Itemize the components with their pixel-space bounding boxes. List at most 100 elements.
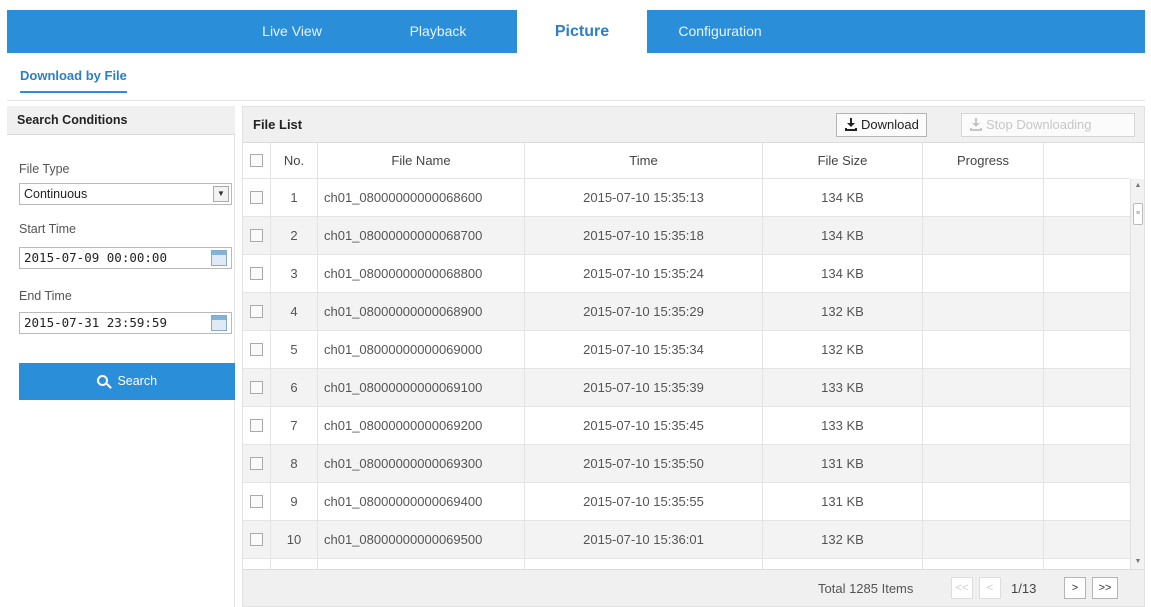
file-list-panel: File List Download Stop Downloading No. … xyxy=(242,106,1145,607)
row-checkbox[interactable] xyxy=(250,229,263,242)
scroll-down-icon[interactable]: ▼ xyxy=(1133,557,1143,567)
table-row[interactable]: 6 ch01_08000000000069100 2015-07-10 15:35:… xyxy=(243,369,1130,407)
row-file-size: 131 KB xyxy=(763,445,923,483)
row-time: 2015-07-10 15:35:55 xyxy=(525,483,763,521)
tab-picture[interactable]: Picture xyxy=(517,10,647,53)
row-checkbox-cell xyxy=(243,255,271,293)
end-time-field[interactable]: 2015-07-31 23:59:59 xyxy=(19,312,232,334)
row-progress xyxy=(923,483,1044,521)
table-row[interactable]: 3 ch01_08000000000068800 2015-07-10 15:35:… xyxy=(243,255,1130,293)
table-row[interactable]: 5 ch01_08000000000069000 2015-07-10 15:35:… xyxy=(243,331,1130,369)
table-row[interactable]: 9 ch01_08000000000069400 2015-07-10 15:35:… xyxy=(243,483,1130,521)
last-page-button[interactable]: >> xyxy=(1092,577,1118,599)
row-file-name: ch01_08000000000069500 xyxy=(318,521,525,559)
table-row[interactable]: 2 ch01_08000000000068700 2015-07-10 15:35:… xyxy=(243,217,1130,255)
row-progress xyxy=(923,217,1044,255)
row-checkbox-cell xyxy=(243,407,271,445)
table-row[interactable]: 10 ch01_08000000000069500 2015-07-10 15:36… xyxy=(243,521,1130,559)
row-extra xyxy=(1044,521,1130,559)
row-checkbox[interactable] xyxy=(250,305,263,318)
row-checkbox[interactable] xyxy=(250,191,263,204)
file-list-header: File List Download Stop Downloading xyxy=(243,107,1144,143)
tab-live-view[interactable]: Live View xyxy=(252,10,332,53)
row-time: 2015-07-10 15:35:50 xyxy=(525,445,763,483)
row-progress xyxy=(923,369,1044,407)
row-file-size: 132 KB xyxy=(763,293,923,331)
row-progress xyxy=(923,179,1044,217)
row-time: 2015-07-10 15:35:18 xyxy=(525,217,763,255)
file-type-select[interactable]: Continuous ▼ xyxy=(19,183,232,205)
download-button[interactable]: Download xyxy=(836,113,927,137)
search-conditions-title: Search Conditions xyxy=(7,106,235,135)
row-file-name: ch01_08000000000068700 xyxy=(318,217,525,255)
row-extra xyxy=(1044,483,1130,521)
file-list-title: File List xyxy=(253,117,303,132)
table-row[interactable]: 1 ch01_08000000000068600 2015-07-10 15:35:… xyxy=(243,179,1130,217)
row-no: 2 xyxy=(271,217,318,255)
row-progress xyxy=(923,293,1044,331)
row-progress xyxy=(923,255,1044,293)
row-checkbox[interactable] xyxy=(250,343,263,356)
row-no: 1 xyxy=(271,179,318,217)
row-checkbox[interactable] xyxy=(250,457,263,470)
row-file-name: ch01_08000000000069400 xyxy=(318,483,525,521)
row-extra xyxy=(1044,369,1130,407)
prev-page-button[interactable]: < xyxy=(979,577,1001,599)
column-header-progress: Progress xyxy=(923,143,1044,179)
row-checkbox[interactable] xyxy=(250,495,263,508)
row-no: 4 xyxy=(271,293,318,331)
row-extra xyxy=(1044,407,1130,445)
file-type-value: Continuous xyxy=(24,187,88,201)
search-button-label: Search xyxy=(117,374,158,388)
row-extra xyxy=(1044,445,1130,483)
divider xyxy=(7,100,1145,101)
select-all-checkbox[interactable] xyxy=(250,154,263,167)
row-no: 6 xyxy=(271,369,318,407)
tab-playback[interactable]: Playback xyxy=(392,10,484,53)
row-file-size: 133 KB xyxy=(763,407,923,445)
column-header-time: Time xyxy=(525,143,763,179)
column-header-file-size: File Size xyxy=(763,143,923,179)
row-checkbox[interactable] xyxy=(250,267,263,280)
stop-downloading-button[interactable]: Stop Downloading xyxy=(961,113,1135,137)
row-time: 2015-07-10 15:35:29 xyxy=(525,293,763,331)
row-extra xyxy=(1044,293,1130,331)
page-indicator: 1/13 xyxy=(1011,581,1037,596)
table-row[interactable]: 4 ch01_08000000000068900 2015-07-10 15:35:… xyxy=(243,293,1130,331)
scroll-up-icon[interactable]: ▲ xyxy=(1133,181,1143,191)
row-extra xyxy=(1044,331,1130,369)
row-time: 2015-07-10 15:35:24 xyxy=(525,255,763,293)
row-no: 7 xyxy=(271,407,318,445)
first-page-button[interactable]: << xyxy=(951,577,973,599)
search-button[interactable]: Search xyxy=(19,363,235,400)
start-time-label: Start Time xyxy=(19,222,76,236)
row-checkbox-cell xyxy=(243,445,271,483)
row-checkbox[interactable] xyxy=(250,381,263,394)
calendar-icon[interactable] xyxy=(211,315,227,331)
next-page-button[interactable]: > xyxy=(1064,577,1086,599)
download-button-label: Download xyxy=(861,117,919,132)
end-time-label: End Time xyxy=(19,289,72,303)
row-no: 9 xyxy=(271,483,318,521)
row-checkbox[interactable] xyxy=(250,533,263,546)
calendar-icon[interactable] xyxy=(211,250,227,266)
page-title[interactable]: Download by File xyxy=(20,68,127,93)
scroll-thumb[interactable]: ≡ xyxy=(1133,203,1143,225)
row-no: 8 xyxy=(271,445,318,483)
row-time: 2015-07-10 15:35:39 xyxy=(525,369,763,407)
download-icon xyxy=(845,118,857,131)
start-time-field[interactable]: 2015-07-09 00:00:00 xyxy=(19,247,232,269)
row-no: 10 xyxy=(271,521,318,559)
table-row[interactable]: 8 ch01_08000000000069300 2015-07-10 15:35:… xyxy=(243,445,1130,483)
row-progress xyxy=(923,445,1044,483)
table-row[interactable]: 7 ch01_08000000000069200 2015-07-10 15:35:… xyxy=(243,407,1130,445)
table-scrollbar[interactable]: ▲ ≡ ▼ xyxy=(1130,179,1144,569)
tab-configuration[interactable]: Configuration xyxy=(665,10,775,53)
row-extra xyxy=(1044,217,1130,255)
row-checkbox[interactable] xyxy=(250,419,263,432)
chevron-down-icon[interactable]: ▼ xyxy=(213,186,229,202)
row-file-name: ch01_08000000000069200 xyxy=(318,407,525,445)
search-icon xyxy=(96,375,108,386)
row-no: 3 xyxy=(271,255,318,293)
row-file-name: ch01_08000000000068600 xyxy=(318,179,525,217)
